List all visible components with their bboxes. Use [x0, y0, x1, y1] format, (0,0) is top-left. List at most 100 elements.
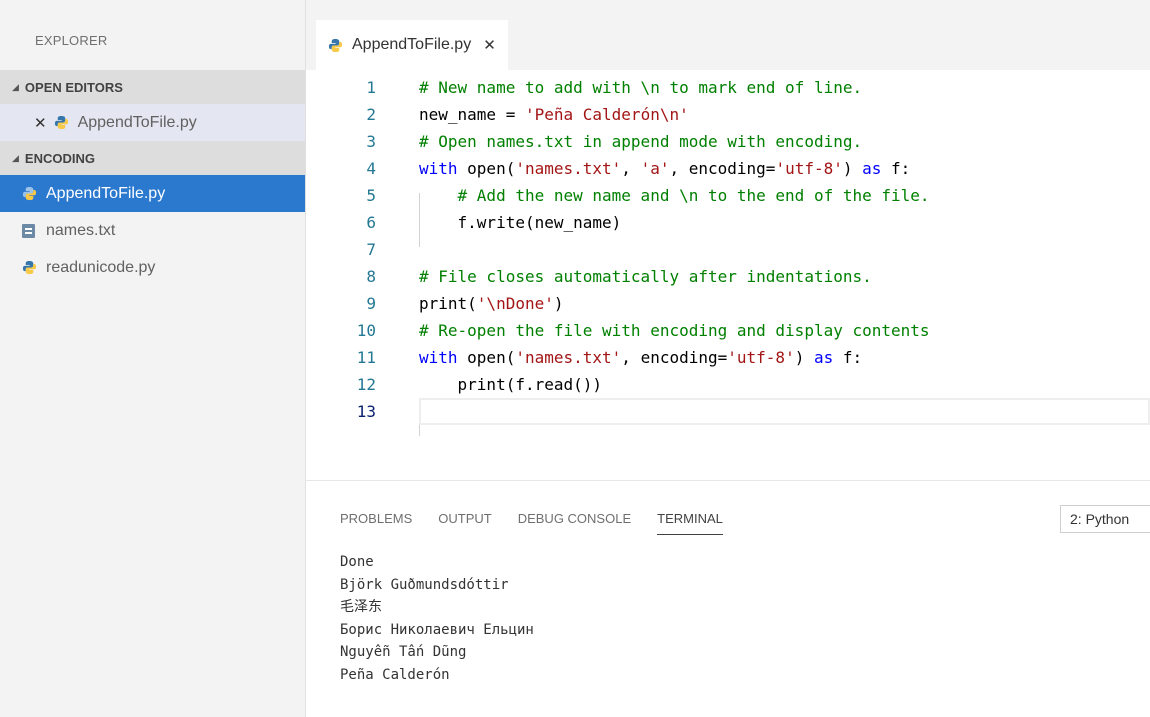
- code-token-string: 'Peña Calderón\n': [524, 105, 689, 124]
- terminal-line: Peña Calderón: [340, 666, 450, 683]
- explorer-title: EXPLORER: [35, 33, 108, 48]
- code-line[interactable]: 5 # Add the new name and \n to the end o…: [306, 182, 1150, 209]
- collapse-triangle-icon: ◢: [12, 152, 19, 163]
- code-token-string: 'names.txt': [515, 159, 622, 178]
- file-label: AppendToFile.py: [46, 184, 166, 202]
- line-number: 7: [366, 240, 376, 259]
- folder-label: ENCODING: [24, 150, 95, 166]
- code-token-string: 'a': [640, 159, 670, 178]
- code-token-text: , encoding=: [621, 348, 728, 367]
- close-icon[interactable]: ✕: [483, 36, 496, 54]
- file-label: names.txt: [46, 221, 116, 239]
- code-token-text: f:: [833, 348, 863, 367]
- file-label: readunicode.py: [46, 258, 156, 276]
- current-line-highlight: [419, 398, 1150, 425]
- open-editor-item[interactable]: ✕ AppendToFile.py: [0, 104, 305, 141]
- code-text: # Open names.txt in append mode with enc…: [419, 128, 862, 155]
- code-text: # Add the new name and \n to the end of …: [419, 182, 930, 209]
- line-number: 11: [356, 348, 376, 367]
- code-line[interactable]: 12 print(f.read()): [306, 371, 1150, 398]
- code-text: with open('names.txt', 'a', encoding='ut…: [419, 155, 910, 182]
- file-item-appendtofile[interactable]: AppendToFile.py: [0, 175, 305, 212]
- code-line[interactable]: 4 with open('names.txt', 'a', encoding='u…: [306, 155, 1150, 182]
- code-line[interactable]: 6 f.write(new_name): [306, 209, 1150, 236]
- terminal-line: Борис Николаевич Ельцин: [340, 621, 534, 638]
- code-token-comment: # Open names.txt in append mode with enc…: [419, 132, 863, 151]
- code-editor[interactable]: 1 # New name to add with \n to mark end o…: [306, 70, 1150, 480]
- code-token-kw: with: [419, 348, 458, 367]
- code-token-text: f:: [881, 159, 911, 178]
- code-line[interactable]: 7: [306, 236, 1150, 263]
- close-icon[interactable]: ✕: [34, 114, 47, 132]
- code-token-kw: as: [862, 159, 882, 178]
- line-number: 10: [356, 321, 376, 340]
- open-editors-label: OPEN EDITORS: [24, 79, 123, 95]
- code-token-text: open(: [457, 348, 516, 367]
- panel-tab-debug-console[interactable]: DEBUG CONSOLE: [518, 511, 631, 535]
- line-number: 5: [366, 186, 376, 205]
- code-line[interactable]: 13: [306, 398, 1150, 425]
- code-token-text: print(: [419, 294, 477, 313]
- code-token-kw: with: [419, 159, 458, 178]
- code-text: print('\nDone'): [419, 290, 564, 317]
- terminal-line: Björk Guðmundsdóttir: [340, 576, 509, 593]
- code-line[interactable]: 2 new_name = 'Peña Calderón\n': [306, 101, 1150, 128]
- panel-tab-bar: PROBLEMS OUTPUT DEBUG CONSOLE TERMINAL: [340, 511, 749, 535]
- code-text: new_name = 'Peña Calderón\n': [419, 101, 689, 128]
- code-token-text: f.write(new_name): [419, 213, 622, 232]
- line-number: 8: [366, 267, 376, 286]
- code-text: # File closes automatically after indent…: [419, 263, 872, 290]
- open-editors-header[interactable]: ◢ OPEN EDITORS: [0, 70, 305, 104]
- code-token-kw: as: [813, 348, 834, 367]
- code-token-string: '\nDone': [476, 294, 554, 313]
- explorer-sidebar: EXPLORER ◢ OPEN EDITORS ✕ AppendToFile.p…: [0, 0, 306, 717]
- code-token-text: ): [794, 348, 814, 367]
- code-text: # Re-open the file with encoding and dis…: [419, 317, 930, 344]
- line-number: 13: [356, 402, 376, 421]
- line-number: 1: [366, 78, 376, 97]
- line-number: 9: [366, 294, 376, 313]
- line-number: 3: [366, 132, 376, 151]
- panel-tab-problems[interactable]: PROBLEMS: [340, 511, 412, 535]
- code-text: with open('names.txt', encoding='utf-8')…: [419, 344, 862, 371]
- collapse-triangle-icon: ◢: [12, 81, 19, 92]
- code-token-text: open(: [457, 159, 516, 178]
- python-file-icon: [22, 260, 37, 275]
- tab-appendtofile[interactable]: AppendToFile.py ✕: [316, 20, 508, 70]
- code-token-string: 'utf-8': [727, 348, 795, 367]
- python-file-icon: [22, 186, 37, 201]
- code-text: f.write(new_name): [419, 209, 622, 236]
- panel-tab-terminal[interactable]: TERMINAL: [657, 511, 723, 535]
- line-number: 6: [366, 213, 376, 232]
- code-token-text: ,: [621, 159, 641, 178]
- code-line[interactable]: 1 # New name to add with \n to mark end o…: [306, 74, 1150, 101]
- code-line[interactable]: 8 # File closes automatically after inden…: [306, 263, 1150, 290]
- code-line[interactable]: 11 with open('names.txt', encoding='utf-8…: [306, 344, 1150, 371]
- code-token-comment: # File closes automatically after indent…: [419, 267, 872, 286]
- code-token-text: ): [842, 159, 863, 178]
- python-file-icon: [328, 38, 343, 52]
- code-token-text: new_name =: [419, 105, 525, 124]
- encoding-folder-header[interactable]: ◢ ENCODING: [0, 141, 305, 175]
- terminal-line: Done: [340, 554, 374, 570]
- tab-label: AppendToFile.py: [352, 36, 472, 53]
- code-token-text: ): [553, 294, 564, 313]
- code-token-comment: # Re-open the file with encoding and dis…: [419, 321, 930, 340]
- code-text: # New name to add with \n to mark end of…: [419, 74, 862, 101]
- file-item-names-txt[interactable]: names.txt: [0, 212, 305, 249]
- code-line[interactable]: 9 print('\nDone'): [306, 290, 1150, 317]
- code-token-text: print(f.read()): [419, 375, 603, 394]
- file-item-readunicode[interactable]: readunicode.py: [0, 249, 305, 286]
- python-file-icon: [54, 115, 68, 130]
- code-token-string: 'utf-8': [775, 159, 843, 178]
- line-number: 2: [366, 105, 376, 124]
- terminal-select[interactable]: 2: Python: [1060, 505, 1150, 533]
- code-text: print(f.read()): [419, 371, 603, 398]
- text-file-icon: [22, 223, 35, 238]
- code-token-comment: # New name to add with \n to mark end of…: [419, 78, 863, 97]
- terminal-output[interactable]: Done Björk Guðmundsdóttir 毛泽东 Борис Николае…: [340, 551, 534, 686]
- code-line[interactable]: 3 # Open names.txt in append mode with en…: [306, 128, 1150, 155]
- panel-tab-output[interactable]: OUTPUT: [438, 511, 491, 535]
- code-line[interactable]: 10 # Re-open the file with encoding and d…: [306, 317, 1150, 344]
